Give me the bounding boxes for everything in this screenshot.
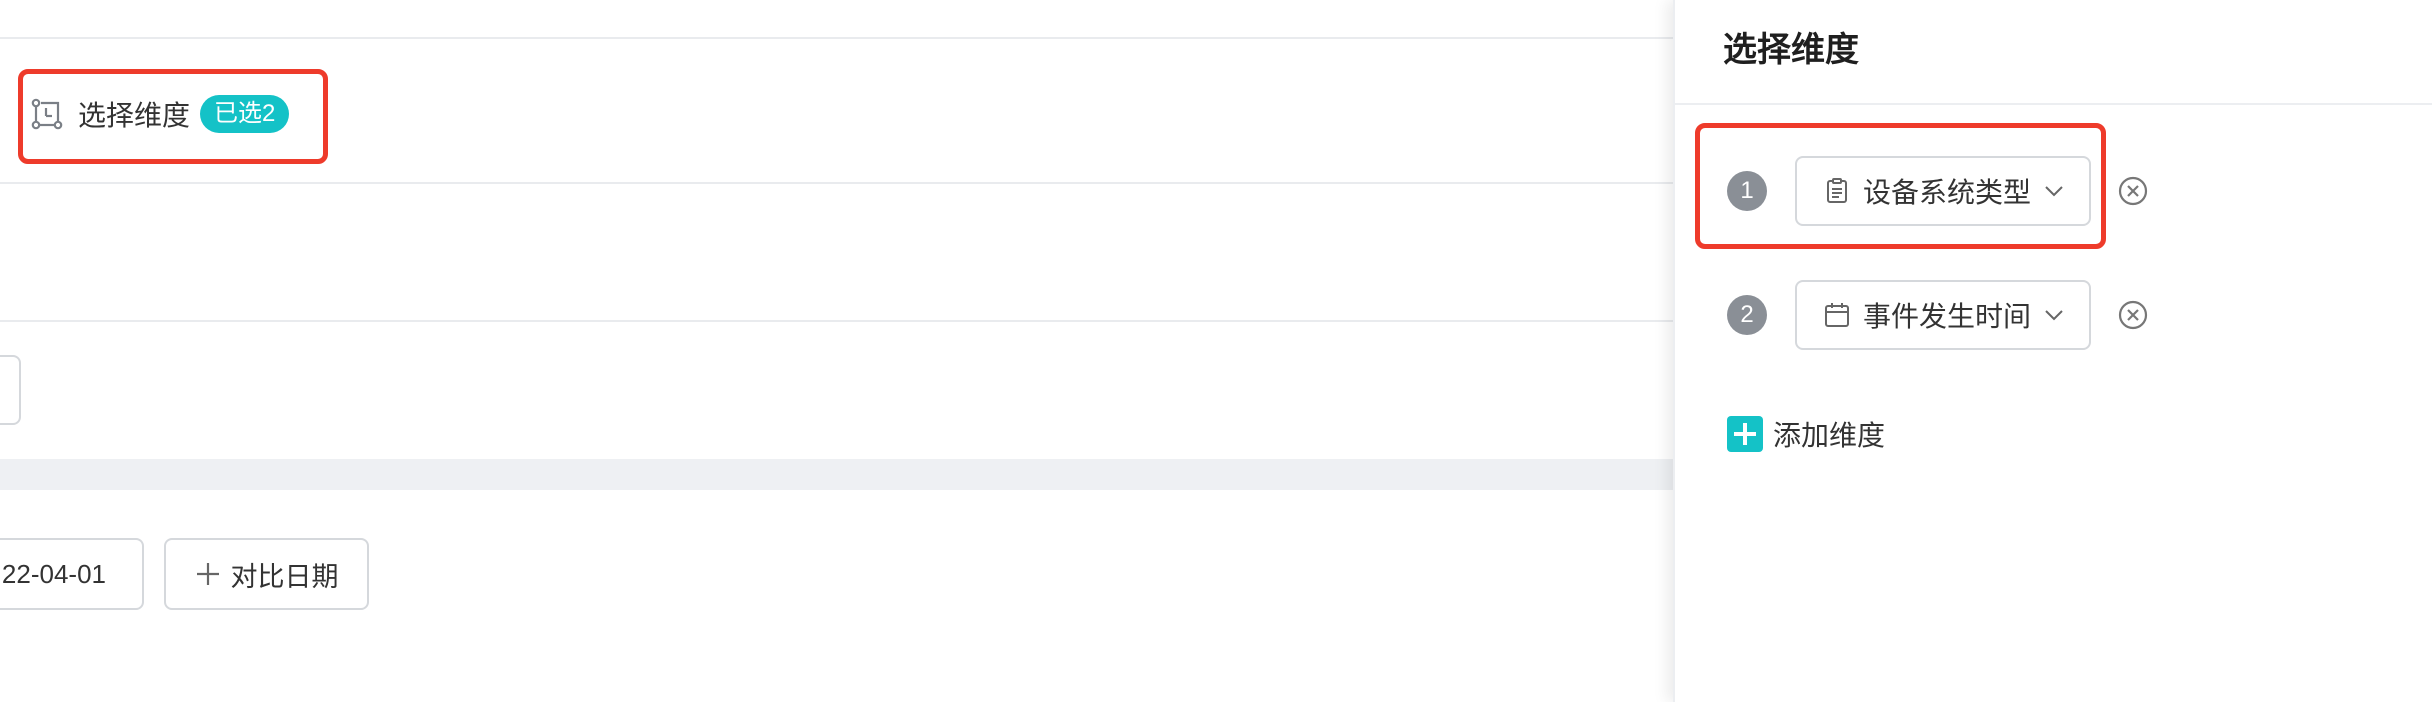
compare-date-label: 对比日期 — [230, 561, 339, 592]
section-separator — [0, 459, 1673, 490]
dimension-select-label: 事件发生时间 — [1863, 301, 2032, 332]
remove-dimension-icon[interactable] — [2117, 299, 2149, 331]
date-range-input[interactable]: 22-04-01 — [0, 538, 144, 610]
divider-line — [0, 320, 1673, 322]
partial-input-box[interactable] — [0, 355, 21, 425]
highlight-box — [1695, 123, 2106, 249]
date-range-end-value: 22-04-01 — [1, 558, 106, 589]
drawer-title: 选择维度 — [1723, 31, 1859, 69]
calendar-icon — [1825, 303, 1849, 327]
add-dimension-button[interactable]: 添加维度 — [1727, 414, 1885, 454]
remove-dimension-icon[interactable] — [2117, 175, 2149, 207]
divider-line — [0, 182, 1673, 184]
chevron-down-icon — [2045, 310, 2063, 321]
dimension-index-badge: 2 — [1727, 295, 1767, 335]
compare-date-button[interactable]: 对比日期 — [164, 538, 369, 610]
plus-icon — [196, 563, 219, 585]
highlight-box — [18, 69, 328, 164]
dimension-drawer: 选择维度 1 设备系统类型 2 事件发生时间 添加维度 — [1673, 0, 2432, 702]
add-dimension-label: 添加维度 — [1773, 420, 1886, 451]
drawer-divider — [1675, 103, 2432, 105]
add-square-icon — [1727, 416, 1763, 452]
dimension-row: 2 事件发生时间 — [1727, 280, 2149, 350]
divider-line — [0, 37, 1673, 39]
dimension-select[interactable]: 事件发生时间 — [1795, 280, 2091, 350]
